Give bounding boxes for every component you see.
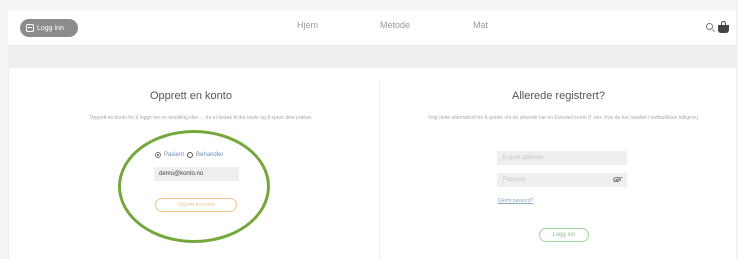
password-placeholder: Passord [503, 177, 526, 183]
email-placeholder: E-post adresse [503, 155, 544, 161]
email-input[interactable]: E-post adresse [497, 151, 627, 165]
create-account-description: Opprett en konto for å logge inn en best… [89, 115, 313, 121]
header-login-button[interactable]: Logg inn [20, 19, 78, 37]
nav-link-hjem[interactable]: Hjem [297, 20, 318, 30]
page-banner [8, 46, 736, 68]
radio-pasient-label: Pasient [164, 152, 185, 158]
radio-behandler-label: Behandler [196, 152, 224, 158]
login-button[interactable]: Logg inn [539, 228, 589, 242]
radio-pasient[interactable] [155, 152, 161, 158]
header-login-label: Logg inn [37, 24, 64, 32]
panel-divider [379, 80, 380, 259]
radio-behandler[interactable] [187, 152, 194, 158]
login-icon [26, 24, 34, 32]
nav-link-mat[interactable]: Mat [473, 20, 488, 30]
password-input[interactable]: Passord [497, 173, 627, 187]
create-account-button[interactable]: Opprett en konto [155, 198, 237, 212]
forgot-password-link[interactable]: Glemt passord? [498, 198, 533, 204]
search-icon[interactable] [706, 23, 713, 30]
already-registered-description: Velg dette alternativet for å sjekke om … [427, 115, 699, 121]
account-type-radio-group: Pasient Behandler [155, 152, 223, 158]
eye-icon[interactable] [613, 177, 621, 182]
account-email-field[interactable]: demo@konto.no [154, 167, 239, 181]
already-registered-title: Allerede registrert? [512, 90, 605, 102]
top-navigation-bar: Logg inn Hjem Metode Mat [8, 10, 736, 46]
nav-link-metode[interactable]: Metode [380, 20, 410, 30]
cart-icon[interactable] [718, 21, 729, 33]
create-account-title: Opprett en konto [150, 90, 232, 102]
